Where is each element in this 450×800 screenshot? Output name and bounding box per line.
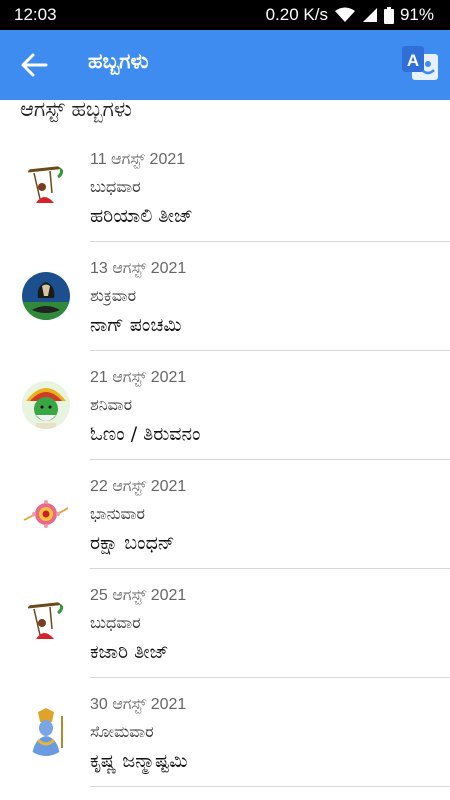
kathakali-icon: [22, 381, 70, 429]
festival-name: ರಕ್ಷಾ ಬಂಧನ್: [90, 532, 175, 554]
status-bar: 12:03 0.20 K/s 91%: [0, 0, 450, 30]
festival-name: ಕಜಾರಿ ತೀಜ್: [90, 641, 169, 663]
festival-name: ಕೃಷ್ಣ ಜನ್ಮಾಷ್ಟಮಿ: [90, 750, 188, 772]
wifi-icon: [334, 7, 355, 22]
festival-day: ಶನಿವಾರ: [90, 395, 133, 414]
list-item[interactable]: 30 ಆಗಸ್ಟ್ 2021 ಸೋಮವಾರ ಕೃಷ್ಣ ಜನ್ಮಾಷ್ಟಮಿ: [0, 678, 450, 787]
festival-date: 11 ಆಗಸ್ಟ್ 2021: [90, 151, 186, 168]
festival-day: ಬುಧವಾರ: [90, 613, 141, 632]
festival-name: ಹರಿಯಾಲಿ ತೀಜ್: [90, 205, 193, 227]
translate-icon[interactable]: A: [398, 40, 442, 88]
status-time: 12:03: [14, 5, 57, 24]
app-bar: ಹಬ್ಬಗಳು A: [0, 30, 450, 100]
festival-date: 22 ಆಗಸ್ಟ್ 2021: [90, 478, 187, 495]
festival-date: 21 ಆಗಸ್ಟ್ 2021: [90, 369, 187, 386]
divider: [90, 786, 450, 787]
swing-woman-icon: [22, 163, 70, 211]
festival-day: ಸೋಮವಾರ: [90, 722, 154, 741]
battery-level: 91%: [399, 5, 434, 24]
battery-icon: [383, 6, 394, 24]
festival-date: 25 ಆಗಸ್ಟ್ 2021: [90, 587, 187, 604]
network-speed: 0.20 K/s: [265, 5, 328, 24]
list-item[interactable]: 22 ಆಗಸ್ಟ್ 2021 ಭಾನುವಾರ ರಕ್ಷಾ ಬಂಧನ್: [0, 460, 450, 569]
rakhi-icon: [22, 490, 70, 538]
page-title: ಹಬ್ಬಗಳು: [88, 49, 149, 73]
section-header: ಆಗಸ್ಟ್ ಹಬ್ಬಗಳು: [20, 97, 132, 121]
list-item[interactable]: 13 ಆಗಸ್ಟ್ 2021 ಶುಕ್ರವಾರ ನಾಗ್ ಪಂಚಮಿ: [0, 242, 450, 351]
status-indicators: 0.20 K/s 91%: [266, 5, 434, 25]
festival-name: ನಾಗ್ ಪಂಚಮಿ: [90, 314, 182, 336]
swing-woman-icon: [22, 599, 70, 647]
festival-day: ಶುಕ್ರವಾರ: [90, 286, 137, 305]
list-item[interactable]: 21 ಆಗಸ್ಟ್ 2021 ಶನಿವಾರ ಓಣಂ / ತಿರುವನಂ: [0, 351, 450, 460]
festival-date: 13 ಆಗಸ್ಟ್ 2021: [90, 260, 187, 277]
back-arrow-icon[interactable]: [20, 52, 48, 78]
festival-day: ಭಾನುವಾರ: [90, 504, 145, 523]
festival-name: ಓಣಂ / ತಿರುವನಂ: [90, 423, 201, 445]
list-item[interactable]: 25 ಆಗಸ್ಟ್ 2021 ಬುಧವಾರ ಕಜಾರಿ ತೀಜ್: [0, 569, 450, 678]
festival-day: ಬುಧವಾರ: [90, 177, 141, 196]
svg-text:A: A: [407, 51, 419, 70]
krishna-icon: [22, 708, 70, 756]
festival-list: 11 ಆಗಸ್ಟ್ 2021 ಬುಧವಾರ ಹರಿಯಾಲಿ ತೀಜ್ 13 ಆಗ…: [0, 133, 450, 787]
list-item[interactable]: 11 ಆಗಸ್ಟ್ 2021 ಬುಧವಾರ ಹರಿಯಾಲಿ ತೀಜ್: [0, 133, 450, 242]
cell-signal-icon: [362, 8, 377, 22]
cobra-icon: [22, 272, 70, 320]
festival-date: 30 ಆಗಸ್ಟ್ 2021: [90, 696, 187, 713]
